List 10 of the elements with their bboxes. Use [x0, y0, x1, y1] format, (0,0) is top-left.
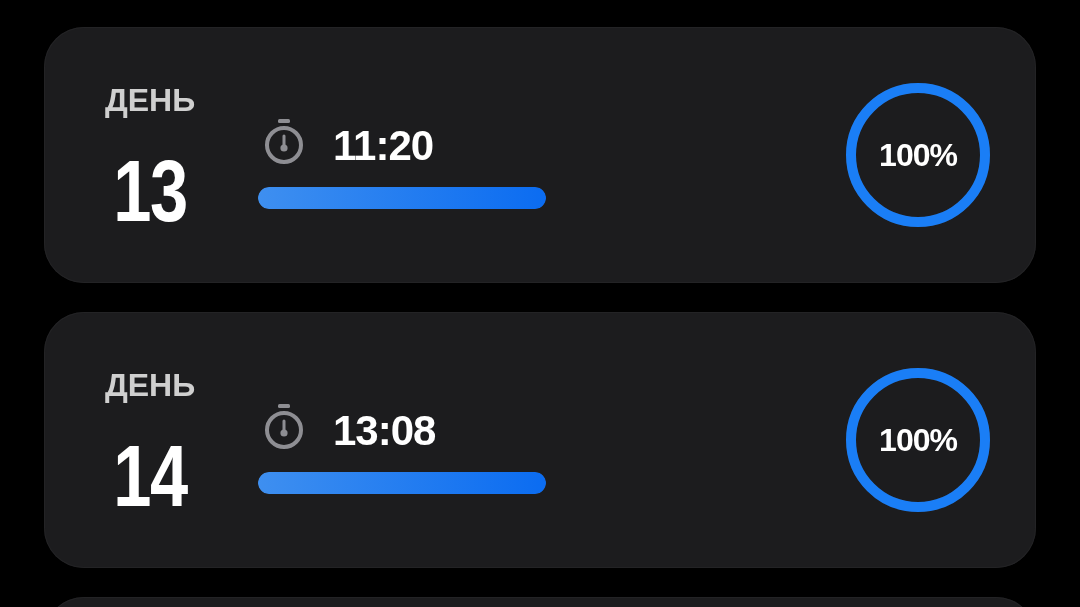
duration-text: 11:20 [333, 121, 434, 167]
day-label: ДЕНЬ [104, 84, 196, 116]
percent-text: 100% [879, 139, 957, 171]
duration-text: 13:08 [333, 406, 436, 452]
day-number: 13 [113, 147, 187, 235]
day-label: ДЕНЬ [104, 369, 196, 401]
stopwatch-icon [263, 119, 305, 165]
percent-text: 100% [879, 424, 957, 456]
day-number: 14 [113, 432, 187, 520]
stopwatch-icon [263, 404, 305, 450]
